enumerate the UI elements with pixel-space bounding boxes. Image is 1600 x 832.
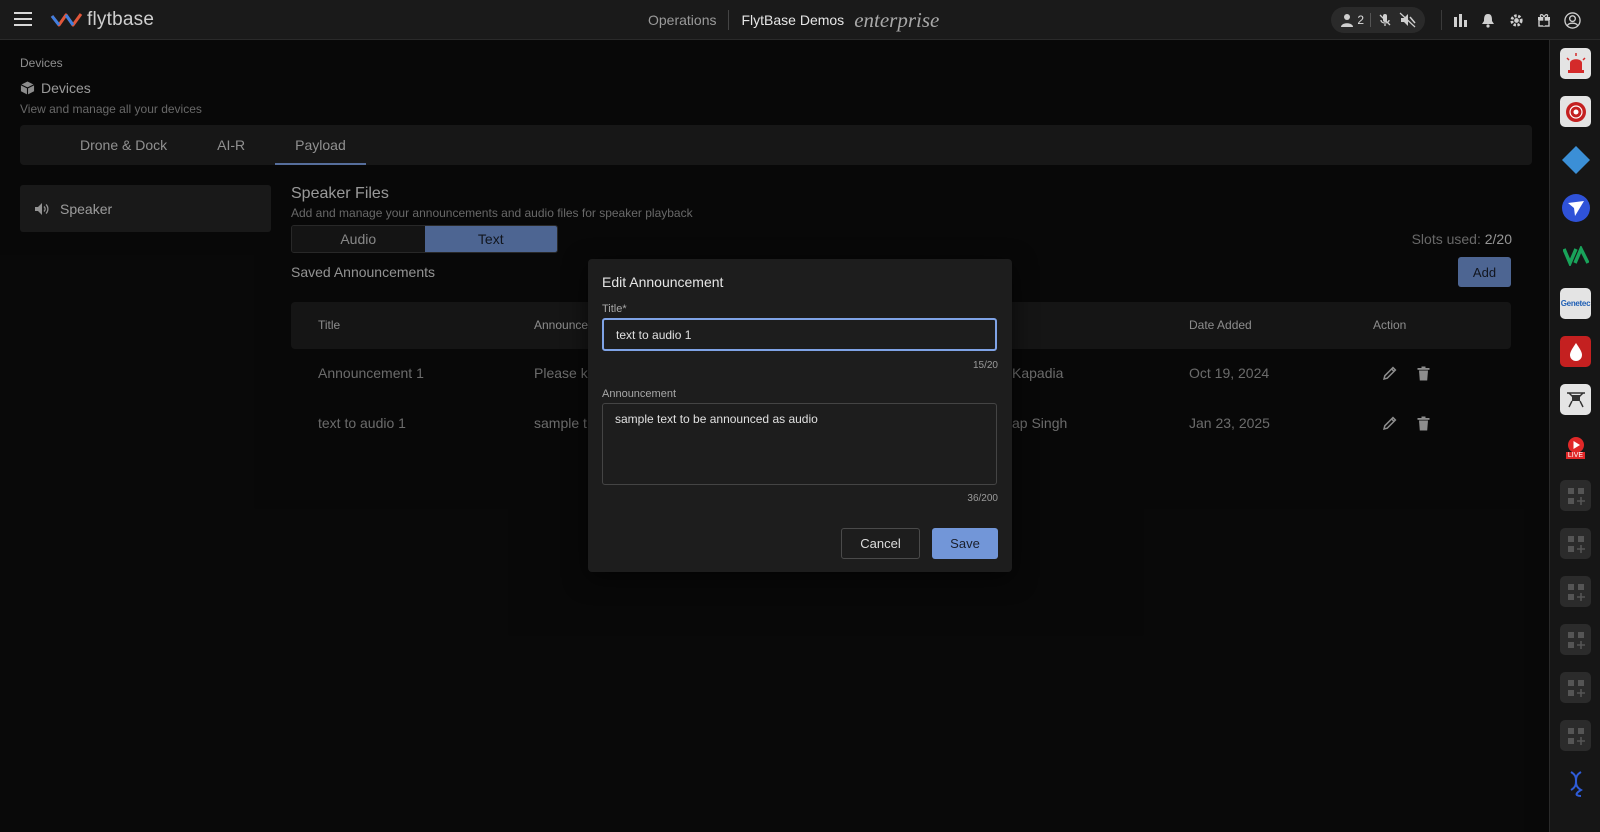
- title-char-count: 15/20: [972, 360, 998, 371]
- top-right-actions: 2: [1331, 0, 1600, 40]
- dialog-title: Edit Announcement: [602, 274, 724, 290]
- widget-placeholder-icon[interactable]: [1560, 720, 1591, 751]
- live-label: LIVE: [1565, 452, 1586, 459]
- edition-label: enterprise: [854, 7, 940, 32]
- send-icon[interactable]: [1560, 192, 1591, 223]
- top-center: Operations FlytBase Demos enterprise: [648, 0, 939, 40]
- menu-icon[interactable]: [14, 12, 32, 28]
- widget-placeholder-icon[interactable]: [1560, 528, 1591, 559]
- org-name[interactable]: FlytBase Demos: [741, 12, 844, 28]
- widget-placeholder-icon[interactable]: [1560, 480, 1591, 511]
- users-count: 2: [1357, 13, 1364, 27]
- user-icon: [1341, 14, 1354, 27]
- blood-drop-icon[interactable]: [1560, 336, 1591, 367]
- nav-operations[interactable]: Operations: [648, 12, 716, 28]
- announcement-char-count: 36/200: [967, 493, 998, 504]
- account-icon[interactable]: [1558, 6, 1586, 34]
- gift-icon[interactable]: [1530, 6, 1558, 34]
- title-input[interactable]: [602, 318, 997, 351]
- flytbase-logo-icon: [50, 13, 83, 27]
- users-pill[interactable]: 2: [1331, 7, 1425, 33]
- divider: [1441, 10, 1442, 30]
- speaker-muted-icon[interactable]: [1399, 12, 1417, 28]
- va-logo-icon[interactable]: [1560, 240, 1591, 271]
- top-bar: flytbase Operations FlytBase Demos enter…: [0, 0, 1600, 40]
- widget-placeholder-icon[interactable]: [1560, 624, 1591, 655]
- divider: [1370, 13, 1371, 27]
- right-rail: Genetec LIVE: [1549, 40, 1600, 832]
- genetec-label: Genetec: [1560, 299, 1591, 308]
- gear-icon[interactable]: [1502, 6, 1530, 34]
- divider: [728, 10, 730, 30]
- title-field-label: Title*: [602, 303, 627, 315]
- siren-icon[interactable]: [1560, 48, 1591, 79]
- brand-name: flytbase: [87, 9, 155, 30]
- live-icon[interactable]: LIVE: [1560, 432, 1591, 463]
- analytics-icon[interactable]: [1446, 6, 1474, 34]
- diamond-icon[interactable]: [1560, 144, 1591, 175]
- mic-muted-icon[interactable]: [1377, 12, 1393, 28]
- genetec-icon[interactable]: Genetec: [1560, 288, 1591, 319]
- fire-alarm-icon[interactable]: [1560, 96, 1591, 127]
- save-button[interactable]: Save: [932, 528, 998, 559]
- cancel-button[interactable]: Cancel: [841, 528, 920, 559]
- bell-icon[interactable]: [1474, 6, 1502, 34]
- logo[interactable]: flytbase: [50, 9, 154, 31]
- dna-icon[interactable]: [1560, 768, 1591, 799]
- announcement-field-label: Announcement: [602, 388, 676, 400]
- widget-placeholder-icon[interactable]: [1560, 672, 1591, 703]
- edit-announcement-dialog: Edit Announcement Title* 15/20 Announcem…: [588, 259, 1012, 572]
- widget-placeholder-icon[interactable]: [1560, 576, 1591, 607]
- announcement-textarea[interactable]: sample text to be announced as audio: [602, 403, 997, 485]
- drone-icon[interactable]: [1560, 384, 1591, 415]
